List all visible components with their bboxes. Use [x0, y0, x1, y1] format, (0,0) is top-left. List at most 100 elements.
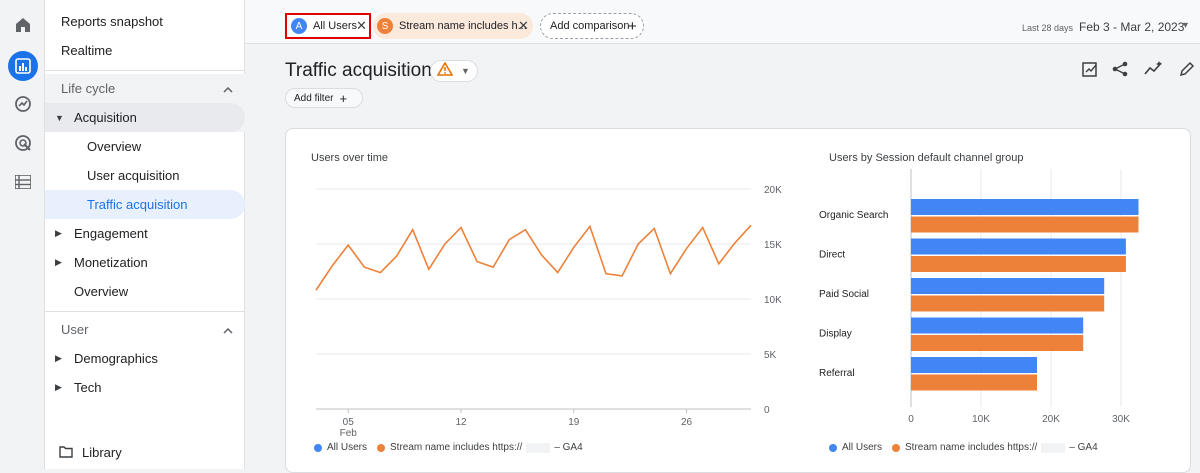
bar	[911, 199, 1139, 215]
main-content: A All Users ✕ S Stream name includes h..…	[245, 0, 1200, 473]
legend-stream-suffix: – GA4	[1069, 442, 1098, 453]
report-navigation: Reports snapshot Realtime Life cycle ▼ A…	[45, 0, 245, 469]
category-label: Paid Social	[819, 289, 869, 300]
comparison-chip-all-users[interactable]: A All Users ✕	[285, 13, 371, 39]
folder-icon	[59, 446, 73, 461]
legend-dot-orange	[377, 443, 386, 452]
bar	[911, 278, 1105, 294]
redacted-block	[526, 442, 551, 453]
nav-realtime[interactable]: Realtime	[45, 36, 245, 65]
legend-stream-prefix: Stream name includes https://	[390, 442, 523, 453]
date-range-picker[interactable]: Feb 3 - Mar 2, 2023	[1079, 20, 1184, 34]
reports-icon[interactable]	[8, 51, 38, 81]
chevron-up-icon	[223, 81, 233, 96]
nav-label: Acquisition	[74, 110, 137, 125]
customize-report-icon[interactable]	[1079, 58, 1101, 80]
edit-pencil-icon[interactable]	[1176, 58, 1198, 80]
nav-section-lifecycle[interactable]: Life cycle	[45, 74, 245, 103]
caret-right-icon: ▶	[55, 257, 62, 267]
charts-card: Users over time 20K 15K 10K 5K 0 05 12 19 26 Feb …	[285, 128, 1191, 473]
bar-chart-title: Users by Session default channel group	[829, 152, 1024, 164]
legend-stream-prefix: Stream name includes https://	[905, 442, 1038, 453]
legend-all-users: All Users	[842, 442, 883, 453]
add-comparison-label: Add comparison	[550, 20, 630, 32]
add-filter-button[interactable]: Add filter +	[285, 88, 363, 108]
legend-all-users: All Users	[327, 442, 368, 453]
nav-overview-2[interactable]: Overview	[45, 277, 245, 306]
y-tick-label: 5K	[764, 350, 777, 361]
x-tick-sublabel: Feb	[340, 428, 358, 439]
legend-stream-suffix: – GA4	[554, 442, 583, 453]
close-icon[interactable]: ✕	[356, 18, 367, 34]
nav-monetization[interactable]: ▶ Monetization	[45, 248, 245, 277]
x-tick-label: 20K	[1042, 414, 1060, 425]
bar	[911, 295, 1105, 312]
y-tick-label: 15K	[764, 240, 782, 251]
bar	[911, 238, 1126, 255]
nav-library[interactable]: Library	[45, 438, 245, 467]
warning-icon	[436, 60, 454, 81]
x-tick-label: 19	[568, 417, 580, 428]
chip-label: Stream name includes h...	[399, 20, 527, 32]
bar	[911, 256, 1126, 272]
nav-reports-snapshot[interactable]: Reports snapshot	[45, 7, 245, 36]
nav-divider	[45, 70, 245, 71]
nav-engagement[interactable]: ▶ Engagement	[45, 219, 245, 248]
y-tick-label: 0	[764, 405, 770, 416]
nav-label: Realtime	[61, 43, 113, 58]
nav-label: Engagement	[74, 226, 148, 241]
plus-icon: +	[628, 17, 637, 35]
legend-dot-blue	[829, 443, 837, 452]
y-tick-label: 20K	[764, 185, 782, 196]
x-tick-label: 05	[343, 417, 355, 428]
plus-icon: +	[339, 90, 348, 106]
share-icon[interactable]	[1109, 58, 1131, 80]
bar	[911, 374, 1037, 391]
series-line-stream	[315, 224, 752, 291]
category-label: Direct	[819, 250, 845, 261]
nav-demographics[interactable]: ▶ Demographics	[45, 344, 245, 373]
nav-label: User acquisition	[87, 168, 180, 183]
nav-overview[interactable]: Overview	[45, 132, 245, 161]
nav-label: Traffic acquisition	[87, 197, 188, 212]
caret-down-icon: ▼	[55, 112, 64, 123]
nav-acquisition[interactable]: ▼ Acquisition	[45, 103, 245, 132]
insights-icon[interactable]	[1143, 58, 1165, 80]
chevron-down-icon[interactable]: ▾	[1183, 20, 1188, 31]
legend-dot-blue	[314, 443, 322, 452]
caret-right-icon: ▶	[55, 228, 62, 238]
line-chart-title: Users over time	[311, 152, 389, 164]
page-title: Traffic acquisition	[285, 60, 432, 81]
nav-label: Overview	[87, 139, 142, 154]
line-chart-legend: All Users Stream name includes https:// …	[314, 442, 583, 453]
date-range-label: Last 28 days	[1022, 23, 1074, 33]
nav-section-label: User	[61, 322, 89, 337]
nav-label: Demographics	[74, 351, 158, 366]
explore-icon[interactable]	[8, 89, 38, 119]
nav-label: Monetization	[74, 255, 148, 270]
nav-traffic-acquisition[interactable]: Traffic acquisition	[45, 190, 245, 219]
bar-chart-legend: All Users Stream name includes https:// …	[829, 442, 1098, 453]
y-tick-label: 10K	[764, 295, 782, 306]
category-label: Organic Search	[819, 210, 888, 221]
add-comparison-button[interactable]: Add comparison +	[540, 13, 644, 39]
data-quality-warning[interactable]: ▼	[430, 60, 478, 82]
category-label: Display	[819, 329, 852, 340]
x-tick-label: 30K	[1112, 414, 1130, 425]
nav-label: Overview	[74, 284, 129, 299]
configure-icon[interactable]	[8, 167, 38, 197]
nav-section-user[interactable]: User	[45, 315, 245, 344]
nav-user-acquisition[interactable]: User acquisition	[45, 161, 245, 190]
nav-label: Reports snapshot	[61, 14, 163, 29]
comparison-chip-stream[interactable]: S Stream name includes h... ✕	[373, 13, 533, 39]
chip-badge: S	[377, 18, 393, 34]
advertising-icon[interactable]	[8, 128, 38, 158]
nav-tech[interactable]: ▶ Tech	[45, 373, 245, 402]
icon-rail	[0, 0, 45, 469]
home-icon[interactable]	[8, 10, 38, 40]
close-icon[interactable]: ✕	[518, 18, 529, 34]
bar	[911, 317, 1084, 334]
chevron-up-icon	[223, 322, 233, 337]
chip-label: All Users	[313, 20, 358, 32]
comparison-bar: A All Users ✕ S Stream name includes h..…	[245, 0, 1200, 44]
